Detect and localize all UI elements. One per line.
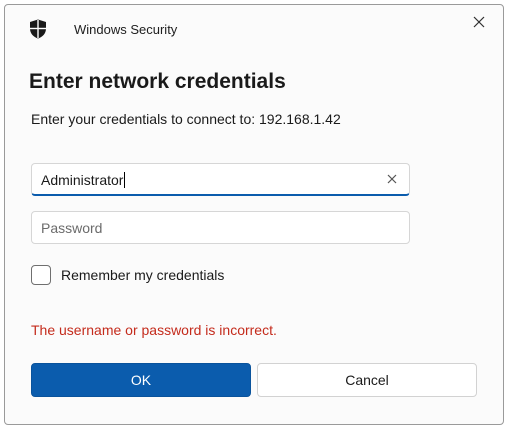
username-value: Administrator <box>41 172 124 188</box>
ok-button[interactable]: OK <box>31 363 251 397</box>
close-icon <box>473 16 485 28</box>
error-message: The username or password is incorrect. <box>31 322 277 338</box>
password-field[interactable]: Password <box>31 211 410 244</box>
connect-target-text: Enter your credentials to connect to: 19… <box>31 111 341 127</box>
clear-icon[interactable] <box>385 172 399 186</box>
password-placeholder: Password <box>41 220 103 236</box>
text-caret <box>124 172 126 188</box>
remember-credentials-checkbox[interactable] <box>31 265 51 285</box>
remember-credentials-label[interactable]: Remember my credentials <box>61 267 224 283</box>
close-button[interactable] <box>464 8 494 36</box>
dialog-heading: Enter network credentials <box>29 70 286 93</box>
cancel-button[interactable]: Cancel <box>257 363 477 397</box>
shield-icon <box>30 19 46 39</box>
username-value-wrap: Administrator <box>41 172 126 188</box>
username-field[interactable]: Administrator <box>31 163 410 196</box>
window-title: Windows Security <box>74 22 178 37</box>
